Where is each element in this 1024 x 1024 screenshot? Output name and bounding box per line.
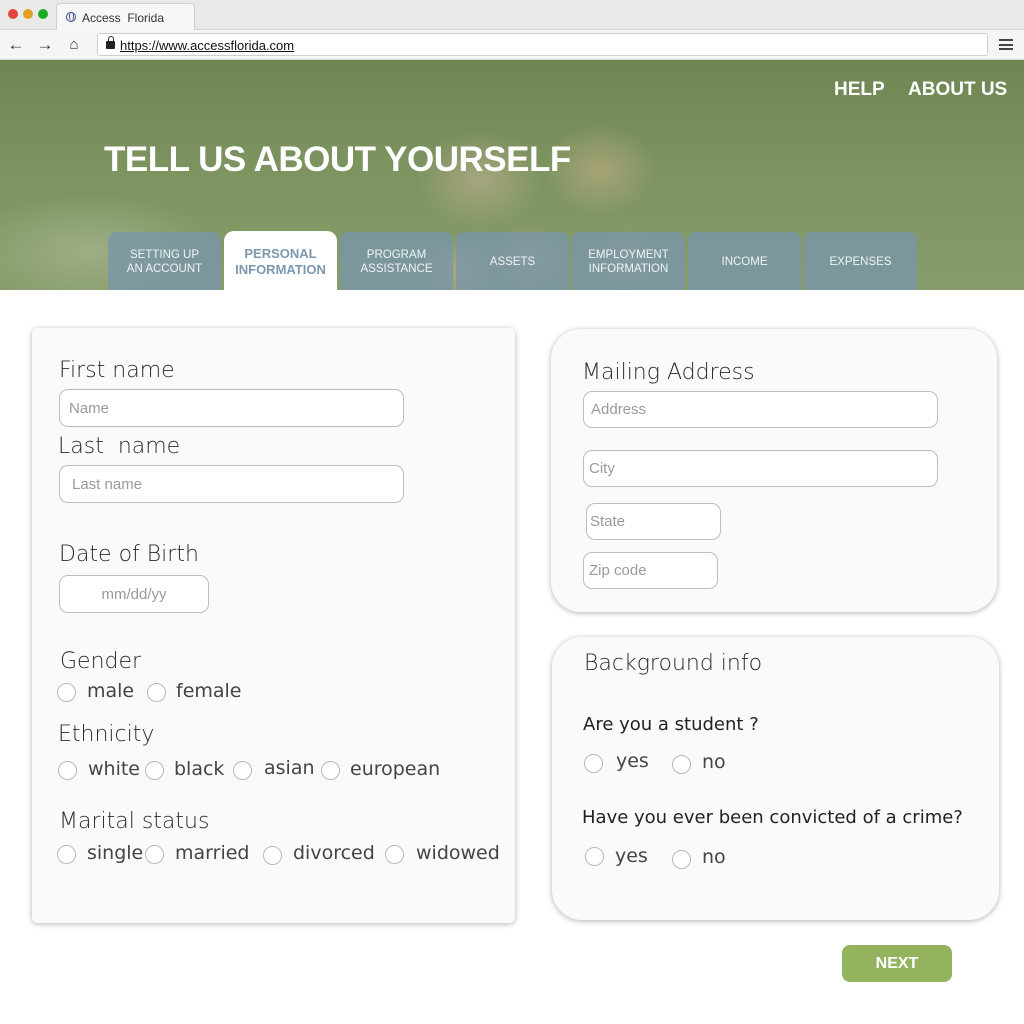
gender-male-option: male <box>87 680 135 702</box>
tab-label: EMPLOYMENT <box>588 249 669 261</box>
tab-label: EXPENSES <box>829 256 892 268</box>
marital-status-label: Marital status <box>59 809 210 834</box>
hero-banner: HELP ABOUT US TELL US ABOUT YOURSELF SET… <box>0 60 1024 290</box>
crime-question: Have you ever been convicted of a crime? <box>582 807 963 828</box>
first-name-placeholder: Name <box>69 399 110 417</box>
ethnicity-label: Ethnicity <box>58 722 155 747</box>
first-name-label: First name <box>59 358 175 383</box>
dob-field[interactable]: mm/dd/yy <box>59 575 209 613</box>
marital-divorced-radio[interactable] <box>263 846 282 865</box>
city-placeholder: City <box>589 460 615 477</box>
last-name-placeholder: Last name <box>72 475 143 493</box>
ethnicity-white-option: white <box>88 758 140 780</box>
tab-label: INFORMATION <box>235 261 326 277</box>
gender-female-radio[interactable] <box>147 683 166 702</box>
marital-married-radio[interactable] <box>145 845 164 864</box>
tab-employment-information[interactable]: EMPLOYMENT INFORMATION <box>572 232 685 290</box>
minimize-window-button[interactable] <box>23 9 33 19</box>
ethnicity-european-radio[interactable] <box>321 761 340 780</box>
close-window-button[interactable] <box>8 9 18 19</box>
tab-setting-up-account[interactable]: SETTING UP AN ACCOUNT <box>108 232 221 290</box>
student-question: Are you a student ? <box>583 714 759 735</box>
personal-info-card: First name Name Last name Last name Date… <box>32 328 515 923</box>
marital-widowed-radio[interactable] <box>385 845 404 864</box>
ethnicity-asian-radio[interactable] <box>233 761 252 780</box>
browser-tab[interactable]: Access Florida <box>56 3 195 30</box>
background-info-card: Background info Are you a student ? yes … <box>552 637 999 920</box>
gender-male-radio[interactable] <box>57 683 76 702</box>
maximize-window-button[interactable] <box>38 9 48 19</box>
last-name-label: Last name <box>58 434 181 459</box>
forward-arrow-icon[interactable]: → <box>34 34 56 56</box>
tab-label: SETTING UP <box>129 249 199 261</box>
home-icon[interactable]: ⌂ <box>63 34 85 56</box>
marital-married-option: married <box>175 842 250 864</box>
page-title: TELL US ABOUT YOURSELF <box>104 140 571 179</box>
last-name-field[interactable]: Last name <box>59 465 404 503</box>
back-arrow-icon[interactable]: ← <box>5 34 27 56</box>
browser-toolbar: ← → ⌂ https://www.accessflorida.com <box>0 30 1024 60</box>
help-link[interactable]: HELP <box>834 79 885 101</box>
first-name-field[interactable]: Name <box>59 389 404 427</box>
gender-label: Gender <box>60 649 142 674</box>
tab-label: INCOME <box>721 256 768 268</box>
ethnicity-black-radio[interactable] <box>145 761 164 780</box>
student-yes-option: yes <box>616 750 649 772</box>
state-field[interactable]: State <box>586 503 721 540</box>
tab-expenses[interactable]: EXPENSES <box>804 232 917 290</box>
browser-tab-title: Access Florida <box>82 11 165 25</box>
marital-widowed-option: widowed <box>416 842 500 864</box>
ethnicity-white-radio[interactable] <box>58 761 77 780</box>
next-button[interactable]: NEXT <box>842 945 952 982</box>
globe-icon <box>66 12 76 22</box>
zip-code-placeholder: Zip code <box>589 562 647 579</box>
zip-code-field[interactable]: Zip code <box>583 552 718 589</box>
crime-no-radio[interactable] <box>672 850 691 869</box>
tab-personal-information[interactable]: PERSONAL INFORMATION <box>224 231 337 290</box>
crime-no-option: no <box>702 846 726 868</box>
student-no-radio[interactable] <box>672 755 691 774</box>
tab-label: ASSISTANCE <box>360 263 433 275</box>
mailing-address-title: Mailing Address <box>582 360 755 385</box>
marital-single-radio[interactable] <box>57 845 76 864</box>
student-no-option: no <box>702 751 726 773</box>
tab-program-assistance[interactable]: PROGRAM ASSISTANCE <box>340 232 453 290</box>
tab-label: AN ACCOUNT <box>126 263 203 275</box>
gender-female-option: female <box>176 680 242 702</box>
marital-divorced-option: divorced <box>293 842 375 864</box>
mailing-address-card: Mailing Address Address City State Zip c… <box>551 329 997 612</box>
address-bar[interactable]: https://www.accessflorida.com <box>97 33 988 56</box>
tab-label: PROGRAM <box>366 249 427 261</box>
background-info-title: Background info <box>584 651 763 676</box>
ethnicity-black-option: black <box>174 758 225 780</box>
tab-label: ASSETS <box>489 256 536 268</box>
address-placeholder: Address <box>591 401 647 418</box>
crime-yes-radio[interactable] <box>585 847 604 866</box>
ethnicity-asian-option: asian <box>264 757 315 779</box>
tab-label: INFORMATION <box>588 263 669 275</box>
student-yes-radio[interactable] <box>584 754 603 773</box>
tab-income[interactable]: INCOME <box>688 232 801 290</box>
menu-icon[interactable] <box>999 39 1013 50</box>
state-placeholder: State <box>590 513 626 530</box>
tab-label: PERSONAL <box>244 245 317 261</box>
city-field[interactable]: City <box>583 450 938 487</box>
tab-assets[interactable]: ASSETS <box>456 232 569 290</box>
lock-icon <box>106 36 115 49</box>
marital-single-option: single <box>87 842 144 864</box>
browser-titlebar: Access Florida <box>0 0 1024 30</box>
address-field[interactable]: Address <box>583 391 938 428</box>
dob-placeholder: mm/dd/yy <box>101 585 167 603</box>
url-text: https://www.accessflorida.com <box>120 38 295 53</box>
dob-label: Date of Birth <box>59 542 199 567</box>
crime-yes-option: yes <box>615 845 648 867</box>
ethnicity-european-option: european <box>350 758 441 780</box>
about-us-link[interactable]: ABOUT US <box>908 79 1007 101</box>
